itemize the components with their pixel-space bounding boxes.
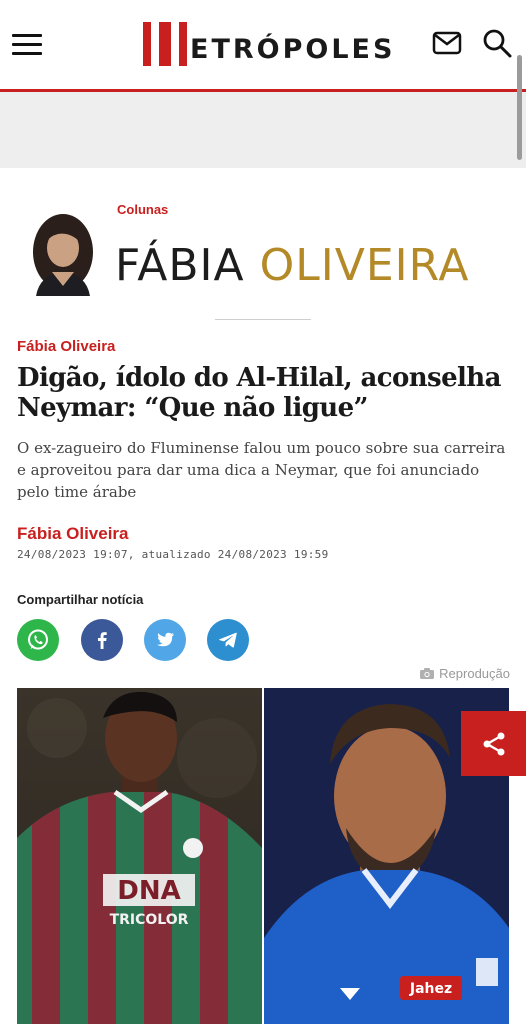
share-twitter-button[interactable] [144, 619, 186, 661]
ad-banner-slot [0, 92, 526, 168]
top-header: ETRÓPOLES [0, 0, 526, 90]
scrollbar[interactable] [517, 55, 522, 160]
columnist-last-name: OLIVEIRA [259, 240, 470, 291]
photo-credit: Reprodução [420, 666, 510, 681]
article-photo[interactable]: DNA TRICOLOR Jahez [17, 688, 509, 1024]
share-icon [483, 732, 504, 755]
metropoles-logo[interactable]: ETRÓPOLES [143, 22, 395, 66]
article-category[interactable]: Fábia Oliveira [17, 338, 512, 355]
article-author[interactable]: Fábia Oliveira [17, 524, 129, 544]
columnist-first-name: FÁBIA [115, 240, 245, 291]
fluminense-player-illustration: DNA TRICOLOR [17, 688, 262, 1024]
article-header: Fábia Oliveira Digão, ídolo do Al-Hilal,… [17, 338, 512, 503]
telegram-icon [218, 632, 237, 648]
whatsapp-icon [28, 629, 48, 650]
camera-icon [420, 668, 435, 679]
jersey-sponsor-right: Jahez [409, 981, 452, 997]
article-summary: O ex-zagueiro do Fluminense falou um pou… [17, 439, 506, 501]
column-category-label[interactable]: Colunas [117, 202, 168, 217]
share-telegram-button[interactable] [207, 619, 249, 661]
facebook-icon [98, 632, 107, 649]
search-icon[interactable] [482, 28, 512, 58]
mail-icon[interactable] [432, 30, 462, 56]
photo-left-player: DNA TRICOLOR [17, 688, 262, 1024]
jersey-sponsor-text: DNA [117, 876, 180, 906]
article-date: 24/08/2023 19:07, atualizado 24/08/2023 … [17, 548, 329, 561]
logo-text: ETRÓPOLES [190, 33, 396, 65]
columnist-name-title[interactable]: FÁBIA OLIVEIRA [115, 240, 470, 291]
columnist-avatar[interactable] [30, 212, 96, 296]
article-headline: Digão, ídolo do Al-Hilal, aconselha Neym… [17, 363, 501, 423]
logo-m-mark [143, 22, 187, 66]
divider [215, 319, 311, 320]
share-facebook-button[interactable] [81, 619, 123, 661]
jersey-sponsor-subtext: TRICOLOR [110, 912, 189, 928]
share-label: Compartilhar notícia [17, 592, 144, 607]
column-header: Colunas FÁBIA OLIVEIRA [0, 168, 526, 328]
floating-share-button[interactable] [461, 711, 526, 776]
photo-credit-text: Reprodução [439, 666, 510, 681]
share-whatsapp-button[interactable] [17, 619, 59, 661]
hamburger-menu-icon[interactable] [12, 34, 42, 60]
twitter-icon [157, 632, 174, 647]
